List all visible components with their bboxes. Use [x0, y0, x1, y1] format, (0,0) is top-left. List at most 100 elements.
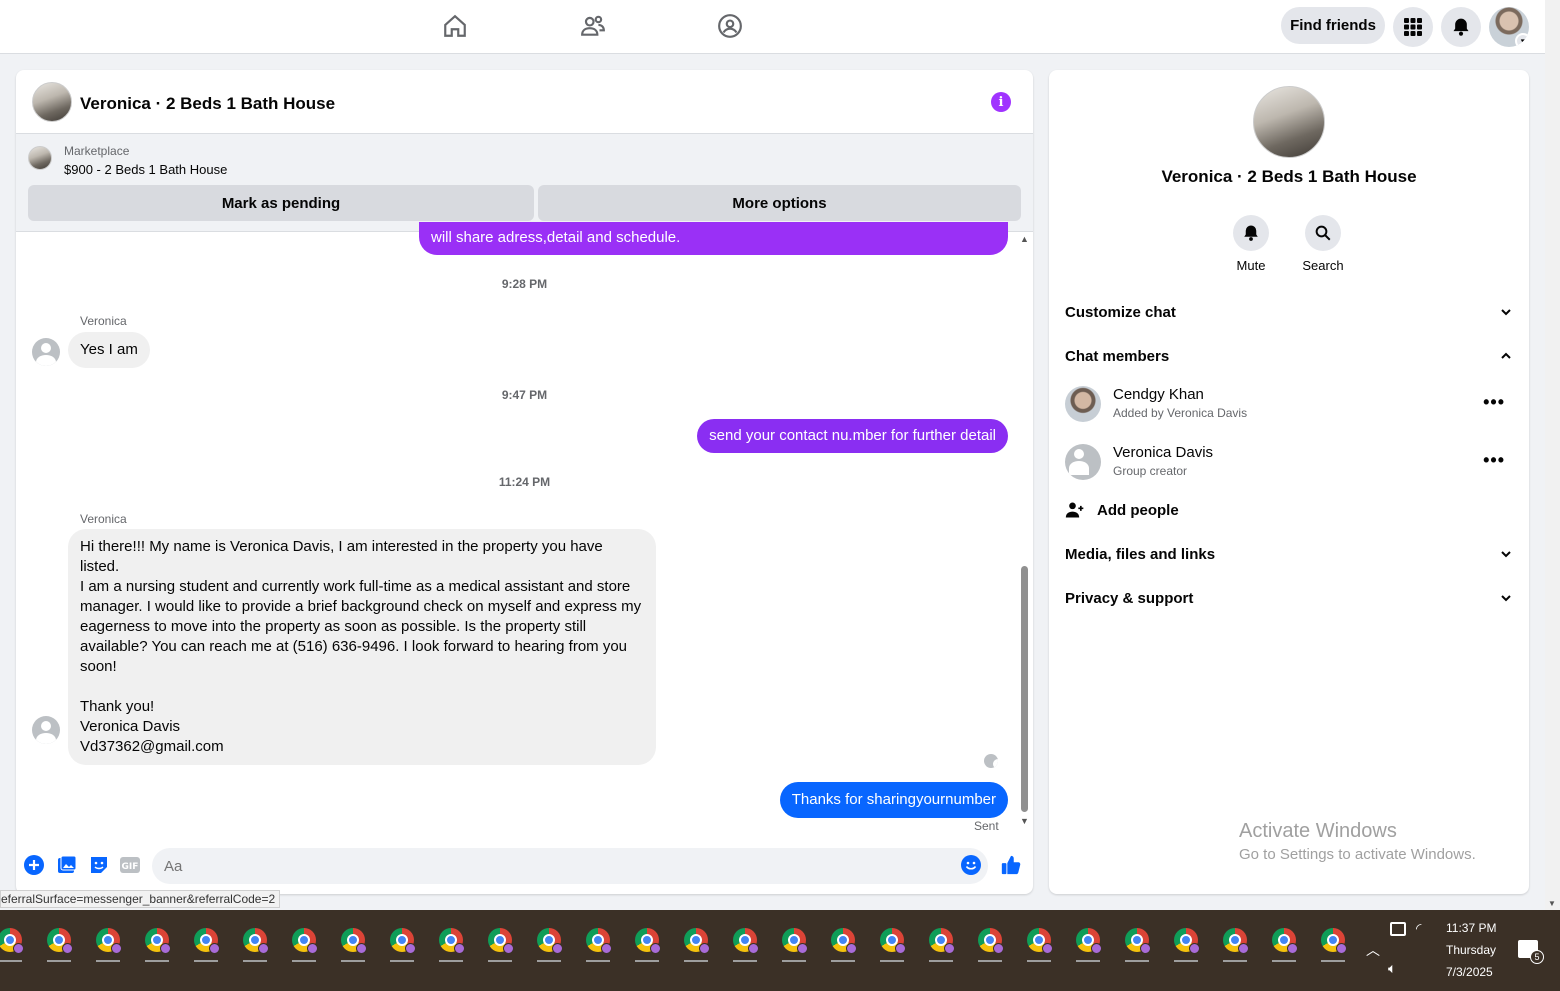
chrome-taskbar-button[interactable] [1262, 918, 1306, 962]
running-indicator [1223, 960, 1247, 962]
listing-price[interactable]: $900 - 2 Beds 1 Bath House [64, 162, 227, 177]
media-files-section[interactable]: Media, files and links [1065, 538, 1513, 570]
running-indicator [341, 960, 365, 962]
running-indicator [243, 960, 267, 962]
chrome-taskbar-button[interactable] [37, 918, 81, 962]
friends-icon[interactable] [577, 10, 609, 42]
sender-name: Veronica [80, 512, 127, 526]
windows-taskbar: ︿ ◜ 🔈︎ 11:37 PM Thursday 7/3/2025 5 [0, 910, 1560, 991]
menu-grid-icon[interactable] [1393, 7, 1433, 47]
member-name: Veronica Davis [1113, 444, 1214, 461]
profile-badge-icon [454, 943, 465, 954]
chevron-down-icon [1501, 309, 1511, 316]
profile-badge-icon [1042, 943, 1053, 954]
notifications-icon[interactable]: 5 [1518, 940, 1544, 964]
chat-members-label: Chat members [1065, 347, 1170, 365]
mute-button[interactable]: Mute [1221, 215, 1281, 273]
chrome-taskbar-button[interactable] [1213, 918, 1257, 962]
running-indicator [194, 960, 218, 962]
member-subtitle: Added by Veronica Davis [1113, 406, 1248, 420]
more-options-icon[interactable]: ••• [1483, 392, 1505, 413]
scroll-down-icon[interactable]: ▼ [1548, 899, 1556, 908]
scroll-down-icon[interactable]: ▼ [1020, 816, 1029, 826]
wifi-icon[interactable]: ◜ [1416, 920, 1421, 937]
search-label: Search [1302, 258, 1344, 273]
chrome-taskbar-button[interactable] [674, 918, 718, 962]
chrome-taskbar-button[interactable] [86, 918, 130, 962]
listing-avatar[interactable] [32, 82, 72, 122]
chevron-up-icon[interactable]: ︿ [1366, 940, 1380, 960]
more-options-button[interactable]: More options [538, 185, 1021, 221]
sticker-icon[interactable] [88, 854, 110, 876]
volume-icon[interactable]: 🔈︎ [1388, 960, 1396, 977]
account-avatar[interactable]: ▾ [1489, 7, 1529, 47]
chrome-taskbar-button[interactable] [870, 918, 914, 962]
meet-now-icon[interactable] [1390, 922, 1406, 936]
running-indicator [1125, 960, 1149, 962]
sender-name: Veronica [80, 314, 127, 328]
chrome-taskbar-button[interactable] [821, 918, 865, 962]
profile-badge-icon [503, 943, 514, 954]
chrome-taskbar-button[interactable] [1115, 918, 1159, 962]
chrome-taskbar-button[interactable] [478, 918, 522, 962]
messages-scrollbar[interactable]: ▲ ▼ [1018, 234, 1030, 830]
chat-title[interactable]: Veronica · 2 Beds 1 Bath House [80, 94, 335, 114]
sender-avatar[interactable] [32, 716, 60, 744]
photo-icon[interactable] [56, 854, 78, 876]
marketplace-label: Marketplace [64, 144, 130, 158]
chrome-taskbar-button[interactable] [1017, 918, 1061, 962]
chat-panel: Veronica · 2 Beds 1 Bath House i Marketp… [16, 70, 1033, 894]
gif-icon[interactable]: GIF [119, 854, 141, 876]
running-indicator [145, 960, 169, 962]
chevron-down-icon [1501, 595, 1511, 602]
profile-badge-icon [601, 943, 612, 954]
clock-time[interactable]: 11:37 PM [1446, 921, 1496, 935]
mark-as-pending-button[interactable]: Mark as pending [28, 185, 534, 221]
chrome-taskbar-button[interactable] [527, 918, 571, 962]
chrome-taskbar-button[interactable] [919, 918, 963, 962]
scroll-thumb[interactable] [1021, 566, 1028, 812]
chrome-taskbar-button[interactable] [429, 918, 473, 962]
chrome-taskbar-button[interactable] [233, 918, 277, 962]
chrome-taskbar-button[interactable] [968, 918, 1012, 962]
profile-badge-icon [13, 943, 24, 954]
like-thumb-icon[interactable] [1000, 854, 1022, 876]
chrome-taskbar-button[interactable] [331, 918, 375, 962]
chrome-taskbar-button[interactable] [380, 918, 424, 962]
groups-icon[interactable] [714, 10, 746, 42]
chrome-taskbar-button[interactable] [184, 918, 228, 962]
member-row[interactable]: Cendgy Khan Added by Veronica Davis ••• [1065, 386, 1513, 434]
customize-chat-section[interactable]: Customize chat [1065, 296, 1513, 328]
more-options-icon[interactable]: ••• [1483, 450, 1505, 471]
chrome-taskbar-button[interactable] [1311, 918, 1355, 962]
mute-label: Mute [1236, 258, 1266, 273]
chrome-taskbar-button[interactable] [625, 918, 669, 962]
chrome-taskbar-button[interactable] [1066, 918, 1110, 962]
search-button[interactable]: Search [1293, 215, 1353, 273]
chrome-taskbar-button[interactable] [1164, 918, 1208, 962]
listing-photo[interactable] [1253, 86, 1325, 158]
add-people-button[interactable]: Add people [1065, 494, 1513, 526]
chat-header: Veronica · 2 Beds 1 Bath House i [16, 70, 1033, 134]
emoji-icon[interactable] [960, 854, 982, 876]
chrome-taskbar-button[interactable] [772, 918, 816, 962]
privacy-support-section[interactable]: Privacy & support [1065, 582, 1513, 614]
chrome-taskbar-button[interactable] [0, 918, 32, 962]
member-row[interactable]: Veronica Davis Group creator ••• [1065, 444, 1513, 492]
scroll-up-icon[interactable]: ▲ [1020, 234, 1029, 244]
message-input[interactable] [152, 848, 988, 884]
page-scrollbar[interactable]: ▼ [1545, 0, 1560, 910]
info-icon[interactable]: i [991, 92, 1011, 112]
chrome-taskbar-button[interactable] [576, 918, 620, 962]
status-bar-url: eferralSurface=messenger_banner&referral… [0, 890, 281, 908]
chrome-taskbar-button[interactable] [135, 918, 179, 962]
sender-avatar[interactable] [32, 338, 60, 366]
find-friends-button[interactable]: Find friends [1281, 7, 1385, 44]
notifications-bell-icon[interactable] [1441, 7, 1481, 47]
home-icon[interactable] [439, 10, 471, 42]
chrome-taskbar-button[interactable] [282, 918, 326, 962]
running-indicator [684, 960, 708, 962]
chat-members-section[interactable]: Chat members [1065, 340, 1513, 372]
chrome-taskbar-button[interactable] [723, 918, 767, 962]
plus-icon[interactable] [23, 854, 45, 876]
